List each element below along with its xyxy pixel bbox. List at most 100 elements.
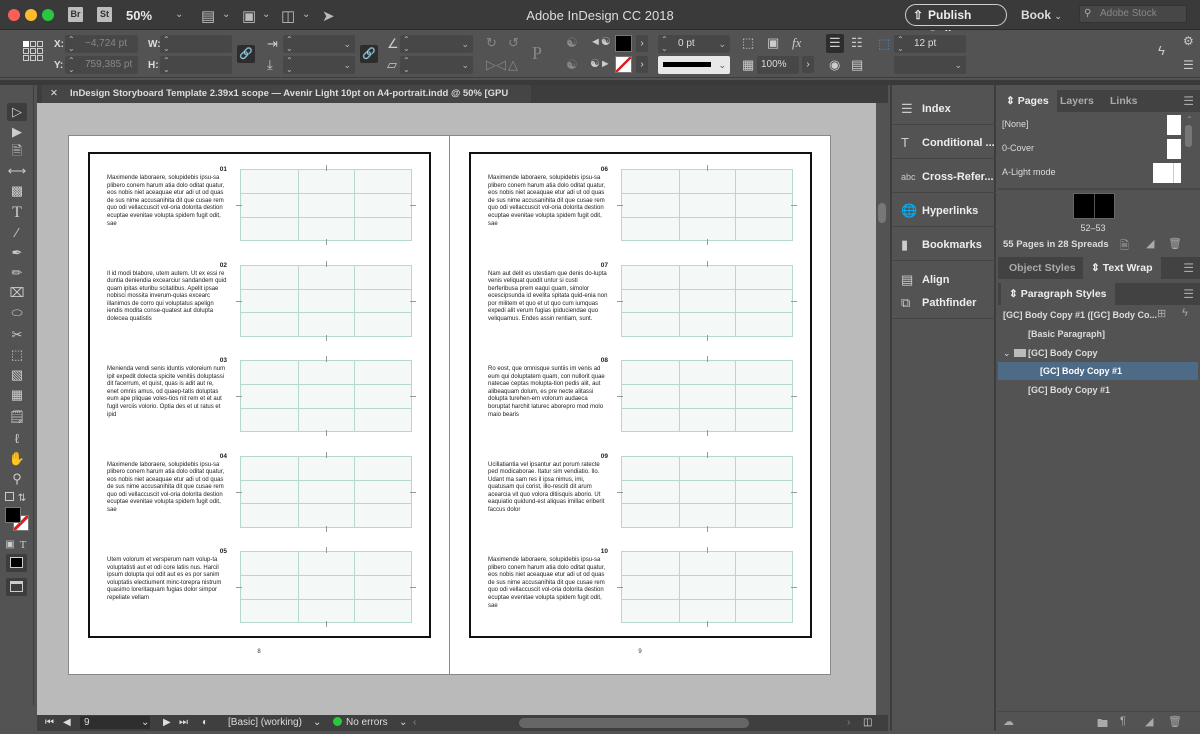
chevron-down-icon[interactable]: ⌄ — [718, 35, 726, 53]
hand-tool-icon[interactable]: ✋ — [7, 450, 27, 468]
stepper-icon[interactable]: ⌃ ⌄ — [163, 56, 170, 74]
quick-apply-icon[interactable]: ϟ — [1158, 43, 1165, 58]
vertical-scrollbar[interactable] — [876, 103, 888, 715]
rotate-ccw-icon[interactable]: ↺ — [508, 35, 519, 51]
scroll-up-icon[interactable]: ⌃ — [1186, 115, 1193, 124]
chevron-down-icon[interactable]: ⌄ — [718, 56, 726, 74]
storyboard-frame-cell[interactable] — [236, 356, 416, 436]
select-content-icon[interactable]: ☯ — [566, 57, 578, 73]
effects-fx-icon[interactable]: fx — [792, 35, 801, 51]
storyboard-caption[interactable]: 04 Maximende laboraere, solupidebis ipsu-… — [107, 453, 227, 539]
rotation-angle-field[interactable]: ⌃ ⌄ ⌄ — [400, 35, 473, 53]
screen-mode-chevron-icon[interactable]: ⌄ — [262, 9, 270, 20]
opacity-menu-button[interactable]: › — [802, 56, 814, 73]
content-collector-icon[interactable]: ▩ — [7, 182, 27, 200]
panel-button-conditional-text[interactable]: T Conditional ... — [892, 127, 996, 159]
panel-button-hyperlinks[interactable]: 🌐 Hyperlinks — [892, 195, 996, 227]
gap-spacing-field[interactable]: ⌃ ⌄ 12 pt — [894, 35, 966, 53]
vertical-scroll-thumb[interactable] — [878, 203, 886, 223]
pencil-tool-icon[interactable]: ✏ — [7, 264, 27, 282]
wrap-around-bounding-box-icon[interactable]: ☷ — [851, 35, 863, 51]
storyboard-caption[interactable]: 02 Il id modi blabore, utem autem. Ut ex … — [107, 262, 227, 348]
stepper-icon[interactable]: ⌃ ⌄ — [68, 56, 75, 74]
new-style-icon[interactable]: ◢ — [1145, 715, 1153, 728]
master-light-mode-thumbnail[interactable] — [1153, 163, 1181, 183]
jump-object-icon[interactable]: ▤ — [851, 57, 863, 73]
arrange-documents-icon[interactable]: ◫ — [281, 7, 295, 25]
chevron-down-icon[interactable]: ⌄ — [343, 35, 351, 53]
master-cover[interactable]: 0-Cover — [1002, 143, 1034, 153]
storyboard-frame-cell[interactable] — [617, 165, 797, 245]
storyboard-frame-cell[interactable] — [236, 547, 416, 627]
paragraph-style-row[interactable]: [Basic Paragraph] — [998, 325, 1198, 343]
horizontal-scroll-thumb[interactable] — [519, 718, 749, 728]
height-field[interactable]: ⌃ ⌄ — [160, 56, 232, 74]
stepper-icon[interactable]: ⌃ ⌄ — [403, 35, 410, 53]
storyboard-caption[interactable]: 05 Utem volorum et versperum nam volup-ta… — [107, 548, 227, 634]
storyboard-caption[interactable]: 07 Nam aut delit es utestiam que denis do… — [488, 262, 608, 348]
page-tool-icon[interactable]: 🗎 — [7, 142, 27, 160]
stepper-icon[interactable]: ⌃ ⌄ — [163, 35, 170, 53]
publish-rocket-icon[interactable]: ➤ — [322, 7, 335, 25]
view-options-chevron-icon[interactable]: ⌄ — [222, 9, 230, 20]
tab-layers[interactable]: Layers — [1052, 90, 1102, 112]
storyboard-frame-cell[interactable] — [236, 451, 416, 532]
next-page-icon[interactable]: ▶ — [163, 717, 171, 728]
stock-button[interactable]: St — [97, 7, 112, 22]
gap-tool-icon[interactable]: ⟷ — [7, 162, 27, 180]
spread-thumbnail[interactable] — [1073, 193, 1115, 219]
drop-shadow-icon[interactable]: ▣ — [767, 35, 779, 51]
direct-selection-tool-icon[interactable]: ▶ — [7, 123, 27, 141]
adobe-stock-search-input[interactable]: ⚲ Adobe Stock — [1079, 5, 1187, 23]
selection-tool-icon[interactable]: ▷ — [7, 103, 27, 121]
master-none-thumbnail[interactable] — [1167, 115, 1181, 135]
tab-links[interactable]: Links — [1102, 90, 1145, 112]
frame-fitting-icon[interactable]: ⬚ — [742, 35, 754, 51]
chevron-down-icon[interactable]: ⌄ — [343, 56, 351, 74]
gradient-feather-tool-icon[interactable]: ▦ — [7, 386, 27, 404]
split-window-icon[interactable]: ◫ — [863, 717, 872, 728]
storyboard-caption[interactable]: 03 Menienda vendi senis iduntis voloreium… — [107, 357, 227, 443]
storyboard-frame-cell[interactable] — [617, 260, 797, 341]
chevron-down-icon[interactable]: ⌄ — [1003, 344, 1011, 362]
storyboard-frame-cell[interactable] — [617, 356, 797, 436]
clear-overrides-icon[interactable]: ¶ — [1120, 715, 1126, 727]
stepper-icon[interactable]: ⌃ ⌄ — [286, 35, 293, 53]
new-style-group-icon[interactable]: 🖿 — [1097, 715, 1108, 734]
publish-online-button[interactable]: ⇧ Publish Online — [905, 4, 1007, 42]
eyedropper-tool-icon[interactable]: ℓ — [7, 430, 27, 448]
preflight-icon[interactable]: ◐ — [202, 717, 208, 728]
chevron-down-icon[interactable]: ⌄ — [461, 35, 469, 53]
panel-button-cross-reference[interactable]: abc Cross-Refer... — [892, 161, 996, 193]
chevron-down-icon[interactable]: ⌄ — [461, 56, 469, 74]
zoom-dropdown-icon[interactable]: ⌄ — [175, 9, 183, 20]
storyboard-caption[interactable]: 06 Maximende laboraere, solupidebis ipsu-… — [488, 166, 608, 252]
scroll-right-icon[interactable]: › — [847, 717, 850, 728]
chevron-down-icon[interactable]: ⌄ — [954, 56, 962, 74]
note-tool-icon[interactable]: 🗒 — [7, 408, 27, 426]
scale-x-field[interactable]: ⌃ ⌄ ⌄ — [283, 35, 355, 53]
panel-button-index[interactable]: ☰ Index — [892, 93, 996, 125]
panel-button-bookmarks[interactable]: ▮ Bookmarks — [892, 229, 996, 261]
fill-menu-button[interactable]: › — [636, 35, 648, 52]
master-cover-thumbnail[interactable] — [1167, 139, 1181, 159]
gradient-swatch-tool-icon[interactable]: ▧ — [7, 366, 27, 384]
page-9[interactable]: 06 Maximende laboraere, solupidebis ipsu-… — [449, 135, 831, 675]
zoom-level[interactable]: 50% — [126, 8, 152, 23]
profile-dropdown-icon[interactable]: ⌄ — [313, 717, 321, 728]
stepper-icon[interactable]: ⌃ ⌄ — [286, 56, 293, 74]
workspace-switcher[interactable]: Book ⌄ — [1021, 8, 1062, 22]
constrain-proportions-link-icon[interactable]: 🔗 — [237, 45, 255, 63]
document-canvas[interactable]: 01 Maximende laboraere, solupidebis ipsu-… — [37, 103, 876, 715]
first-page-icon[interactable]: ⏮ — [45, 717, 54, 728]
new-page-icon[interactable]: ◢ — [1146, 237, 1154, 250]
stroke-type-select[interactable]: ⌄ — [658, 56, 730, 74]
reference-point-icon[interactable] — [23, 41, 43, 61]
storyboard-frame-cell[interactable] — [236, 165, 416, 245]
gear-icon[interactable]: ⚙ — [1183, 34, 1194, 48]
apply-color-button[interactable] — [6, 554, 27, 572]
stepper-icon[interactable]: ⌃ ⌄ — [661, 35, 668, 53]
wrap-around-shape-icon[interactable]: ◉ — [829, 57, 840, 73]
opacity-field[interactable]: 100% — [757, 56, 799, 74]
line-tool-icon[interactable]: ∕ — [7, 224, 27, 242]
